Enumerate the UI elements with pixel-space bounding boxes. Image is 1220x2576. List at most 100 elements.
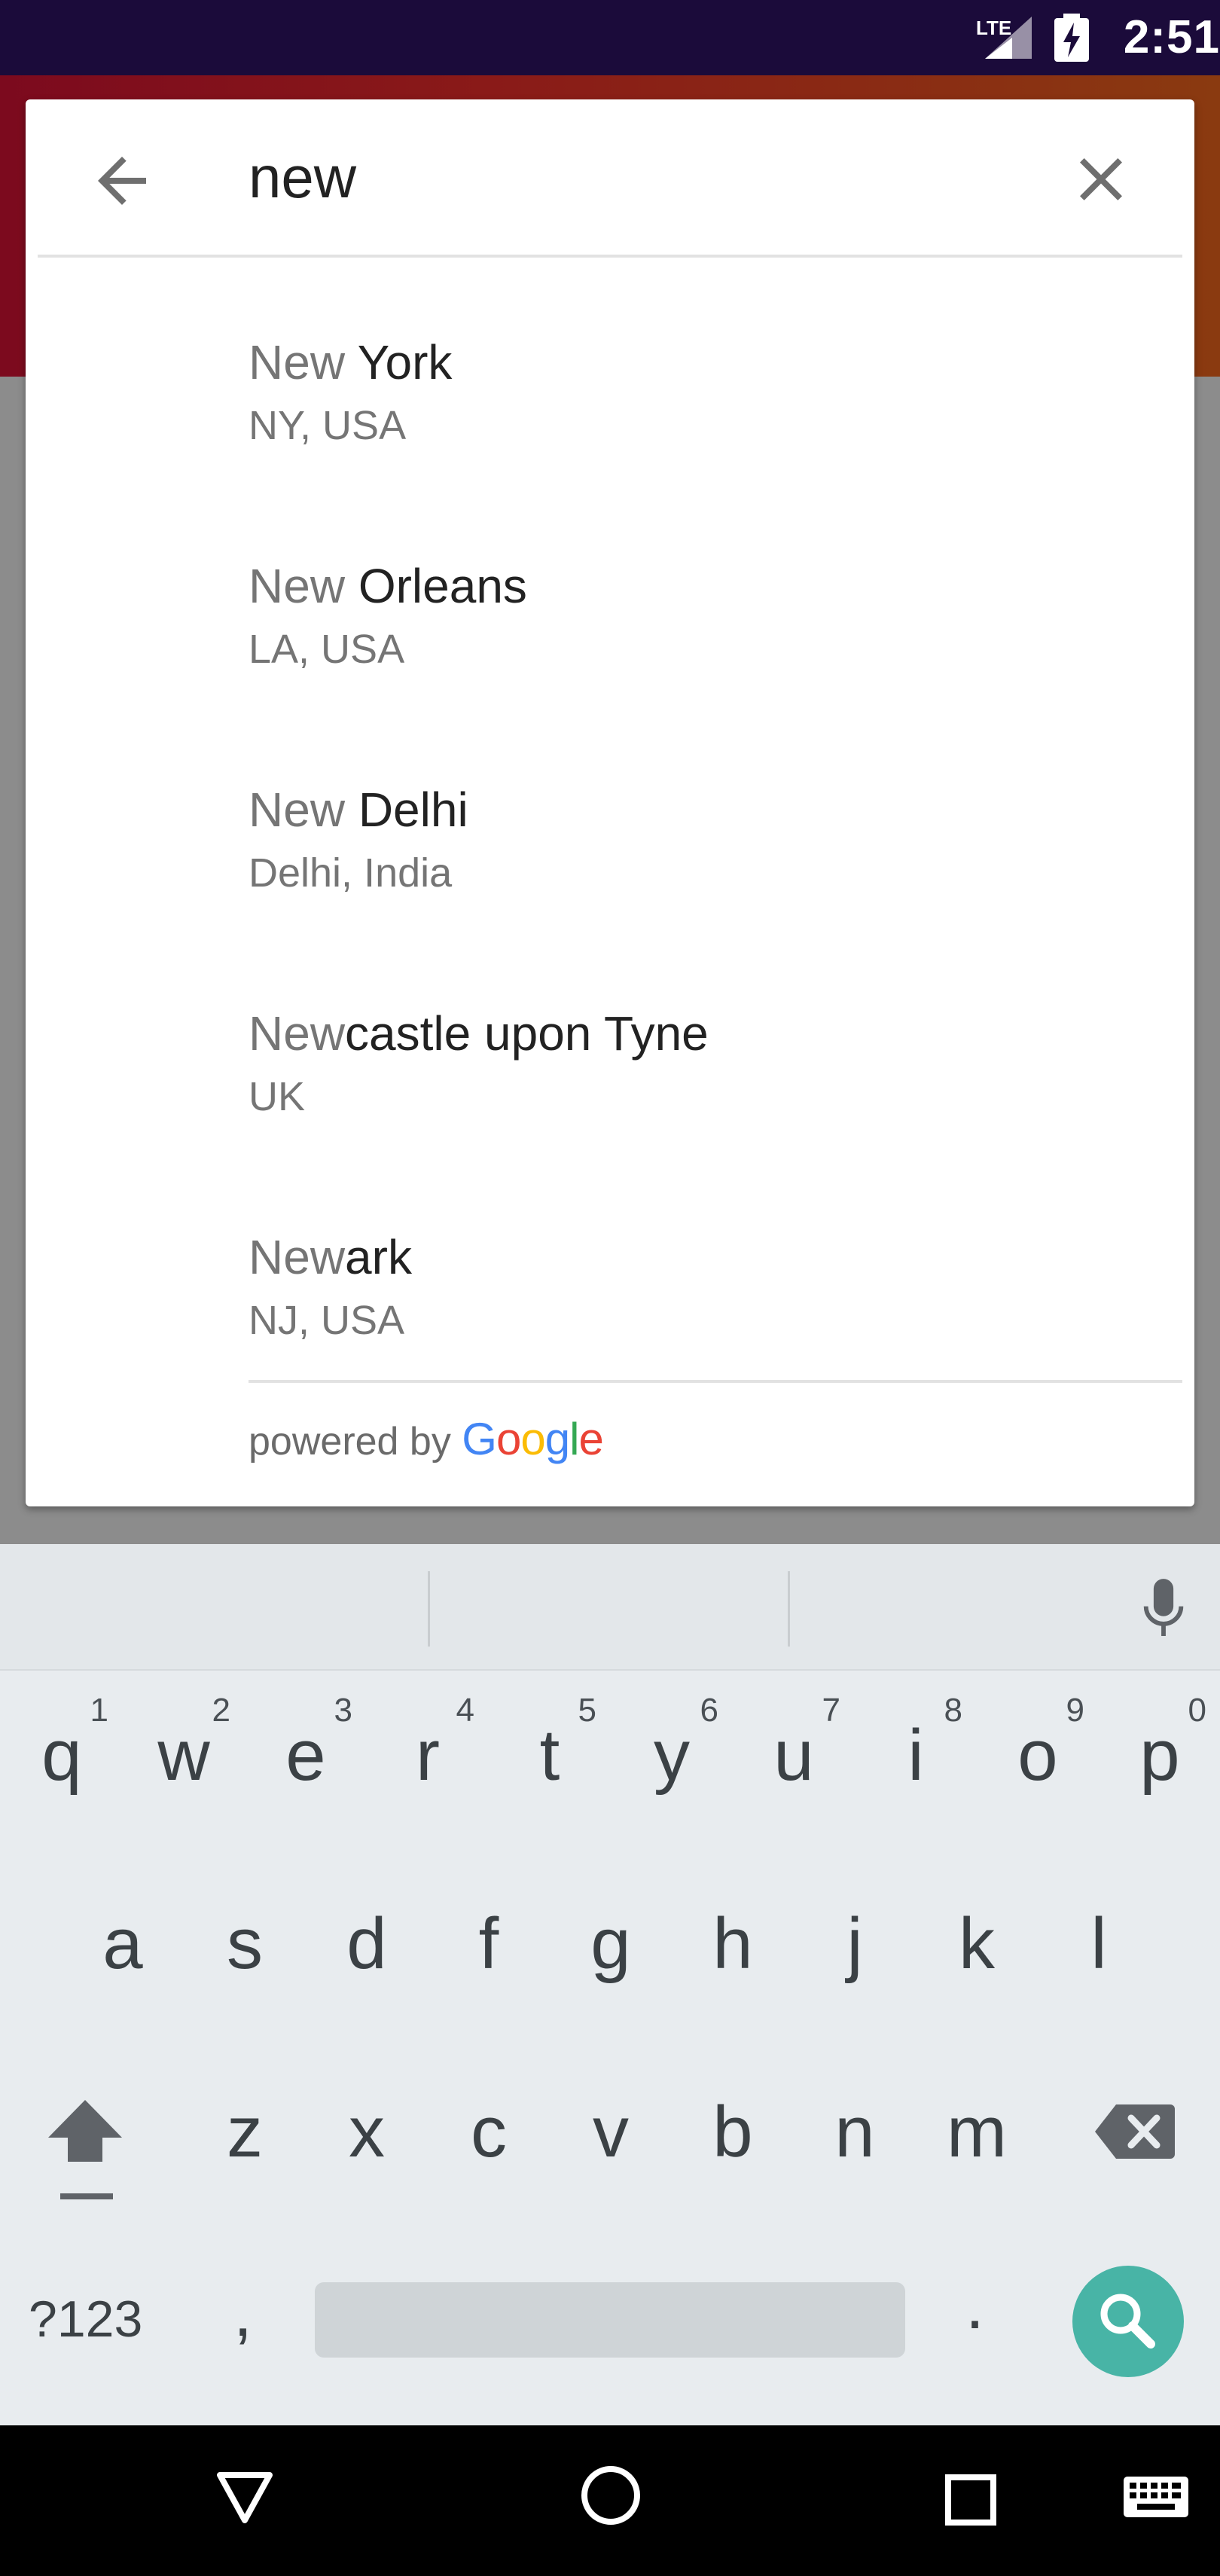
key-q[interactable]: 1q bbox=[2, 1680, 122, 1853]
result-primary: New Delhi bbox=[249, 782, 468, 838]
key-f[interactable]: f bbox=[429, 1868, 549, 2041]
key-label: n bbox=[834, 2092, 875, 2172]
divider bbox=[428, 1571, 430, 1647]
key-label: f bbox=[478, 1903, 499, 1984]
search-key[interactable] bbox=[1072, 2266, 1184, 2377]
key-g[interactable]: g bbox=[551, 1868, 671, 2041]
result-primary: Newark bbox=[249, 1229, 412, 1285]
result-item[interactable]: Newcastle upon Tyne UK bbox=[26, 977, 1194, 1200]
comma-key[interactable]: , bbox=[233, 2275, 252, 2352]
divider bbox=[788, 1571, 790, 1647]
key-y[interactable]: 6y bbox=[612, 1680, 732, 1853]
divider bbox=[249, 1380, 1182, 1383]
clock: 2:51 bbox=[1123, 11, 1220, 63]
key-label: r bbox=[416, 1715, 440, 1796]
result-match: New bbox=[249, 1006, 346, 1061]
search-input[interactable] bbox=[249, 136, 1002, 218]
key-label: g bbox=[590, 1903, 631, 1984]
key-k[interactable]: k bbox=[917, 1868, 1037, 2041]
key-w[interactable]: 2w bbox=[124, 1680, 244, 1853]
soft-keyboard: 1q 2w 3e 4r 5t 6y 7u 8i 9o 0p a s d f g … bbox=[0, 1544, 1220, 2425]
space-bar[interactable] bbox=[315, 2282, 905, 2358]
square-recent-icon[interactable] bbox=[944, 2474, 997, 2526]
close-icon[interactable] bbox=[1065, 143, 1137, 215]
battery-charging-icon bbox=[1054, 14, 1089, 62]
key-label: d bbox=[346, 1903, 387, 1984]
key-d[interactable]: d bbox=[307, 1868, 427, 2041]
logo-letter: l bbox=[569, 1414, 579, 1464]
key-label: m bbox=[947, 2092, 1007, 2172]
result-primary: Newcastle upon Tyne bbox=[249, 1006, 709, 1061]
logo-letter: o bbox=[520, 1414, 545, 1464]
status-bar: LTE 2:51 bbox=[0, 0, 1220, 75]
search-icon bbox=[1100, 2294, 1155, 2349]
symbols-key[interactable]: ?123 bbox=[29, 2290, 142, 2349]
period-key[interactable]: . bbox=[965, 2267, 984, 2345]
result-primary: New Orleans bbox=[249, 558, 527, 614]
key-j[interactable]: j bbox=[795, 1868, 915, 2041]
key-label: w bbox=[157, 1715, 210, 1796]
logo-letter: e bbox=[578, 1414, 603, 1464]
search-row bbox=[26, 99, 1194, 258]
key-e[interactable]: 3e bbox=[246, 1680, 366, 1853]
result-match: New bbox=[249, 1230, 346, 1284]
key-r[interactable]: 4r bbox=[368, 1680, 488, 1853]
microphone-icon[interactable] bbox=[1137, 1576, 1190, 1644]
keyboard-icon[interactable] bbox=[1122, 2475, 1190, 2519]
logo-letter: o bbox=[496, 1414, 521, 1464]
key-l[interactable]: l bbox=[1039, 1868, 1159, 2041]
result-secondary: NJ, USA bbox=[249, 1298, 405, 1343]
key-label: v bbox=[593, 2092, 629, 2172]
key-c[interactable]: c bbox=[429, 2056, 549, 2230]
powered-by-google: powered by Google bbox=[249, 1413, 604, 1465]
key-label: i bbox=[907, 1715, 924, 1796]
key-v[interactable]: v bbox=[551, 2056, 671, 2230]
result-item[interactable]: New Orleans LA, USA bbox=[26, 530, 1194, 752]
result-rest: ark bbox=[345, 1230, 412, 1284]
key-label: z bbox=[227, 2092, 263, 2172]
key-m[interactable]: m bbox=[917, 2056, 1037, 2230]
key-i[interactable]: 8i bbox=[856, 1680, 976, 1853]
key-label: b bbox=[712, 2092, 753, 2172]
key-label: q bbox=[41, 1715, 82, 1796]
result-rest: Orleans bbox=[345, 559, 527, 613]
result-primary: New York bbox=[249, 334, 452, 390]
key-b[interactable]: b bbox=[673, 2056, 793, 2230]
key-label: t bbox=[539, 1715, 560, 1796]
result-item[interactable]: New Delhi Delhi, India bbox=[26, 753, 1194, 976]
triangle-back-icon[interactable] bbox=[215, 2471, 274, 2525]
key-label: u bbox=[773, 1715, 814, 1796]
navigation-bar bbox=[0, 2425, 1220, 2576]
key-o[interactable]: 9o bbox=[978, 1680, 1098, 1853]
key-label: s bbox=[227, 1903, 263, 1984]
key-label: p bbox=[1139, 1715, 1180, 1796]
key-s[interactable]: s bbox=[185, 1868, 305, 2041]
suggestion-strip bbox=[0, 1544, 1220, 1671]
key-a[interactable]: a bbox=[63, 1868, 183, 2041]
backspace-icon[interactable] bbox=[1093, 2101, 1176, 2162]
shift-icon[interactable] bbox=[44, 2092, 127, 2205]
result-item[interactable]: New York NY, USA bbox=[26, 306, 1194, 529]
key-label: c bbox=[471, 2092, 507, 2172]
result-secondary: UK bbox=[249, 1074, 306, 1119]
key-n[interactable]: n bbox=[795, 2056, 915, 2230]
result-rest: York bbox=[345, 335, 453, 389]
logo-letter: G bbox=[462, 1414, 497, 1464]
key-p[interactable]: 0p bbox=[1100, 1680, 1220, 1853]
key-label: l bbox=[1090, 1903, 1107, 1984]
key-h[interactable]: h bbox=[673, 1868, 793, 2041]
result-match: New bbox=[249, 559, 346, 613]
logo-letter: g bbox=[544, 1414, 570, 1464]
key-label: e bbox=[285, 1715, 326, 1796]
result-secondary: NY, USA bbox=[249, 403, 407, 448]
key-x[interactable]: x bbox=[307, 2056, 427, 2230]
key-label: o bbox=[1017, 1715, 1058, 1796]
key-t[interactable]: 5t bbox=[490, 1680, 610, 1853]
circle-home-icon[interactable] bbox=[580, 2465, 642, 2526]
result-item[interactable]: Newark NJ, USA bbox=[26, 1201, 1194, 1424]
key-z[interactable]: z bbox=[185, 2056, 305, 2230]
arrow-left-icon[interactable] bbox=[86, 145, 158, 217]
key-label: x bbox=[349, 2092, 385, 2172]
key-label: h bbox=[712, 1903, 753, 1984]
key-u[interactable]: 7u bbox=[734, 1680, 854, 1853]
